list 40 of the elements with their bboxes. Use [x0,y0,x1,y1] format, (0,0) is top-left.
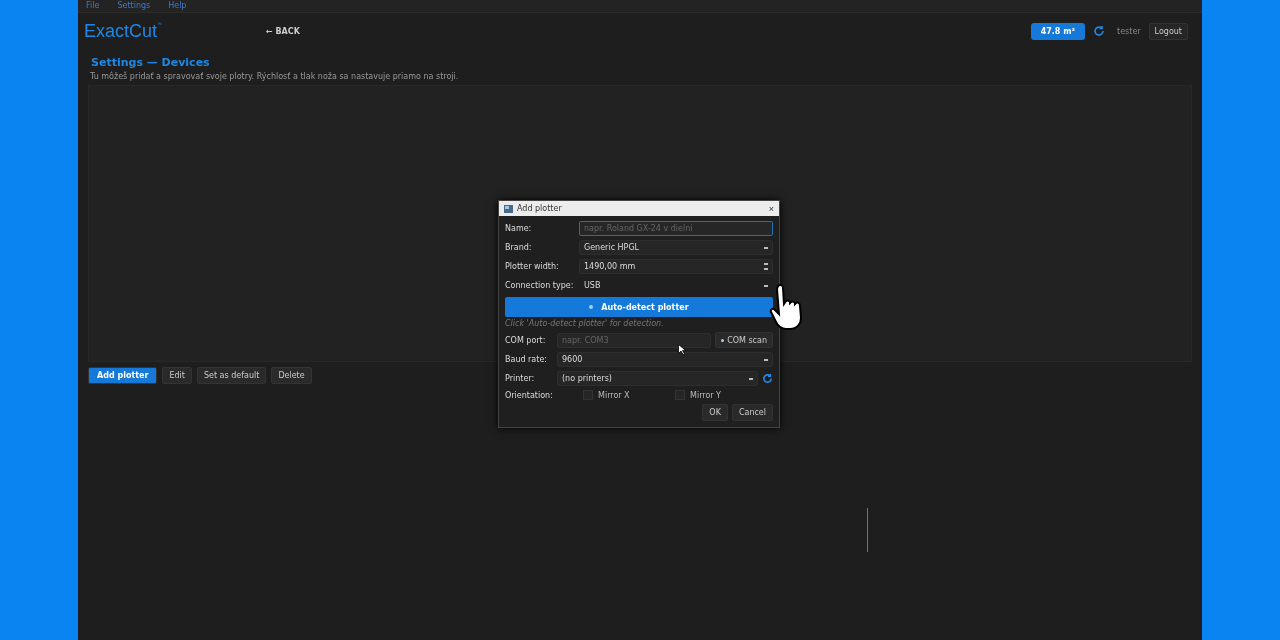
action-button[interactable]: Set as default [196,367,267,384]
auto-detect-button[interactable]: Auto-detect plotter [505,297,773,317]
user-name: tester [1117,26,1141,36]
brand-dropdown[interactable]: Generic HPGL [579,240,773,255]
action-button[interactable]: Delete [271,367,312,384]
field-label: Connection type: [505,281,575,290]
field-label: Baud rate: [505,355,549,364]
back-link[interactable]: ← BACK [260,25,306,37]
menu-item[interactable]: Help [168,0,187,12]
field-label: Plotter width: [505,262,560,271]
logo: ExactCut$^{™}$ [84,20,163,42]
baud-rate-dropdown[interactable]: 9600 [557,352,773,367]
page-subtitle: Tu môžeš pridať a spravovať svoje plotry. Rýchlosť a tlak noža sa nastavuje priamo na stroji. [90,72,460,81]
menu-item[interactable]: Settings [117,0,151,12]
com-scan-button[interactable]: COM scan [715,332,773,348]
dialog-button[interactable]: Cancel [731,404,773,421]
refresh-icon[interactable] [762,373,773,384]
dialog-title: Add plotter [517,204,562,213]
printer-dropdown[interactable]: (no printers) [557,371,758,386]
refresh-icon[interactable] [1093,25,1106,37]
field-label: Brand: [505,243,533,252]
page-title: Settings — Devices [91,56,211,69]
action-button[interactable]: Add plotter [88,367,158,384]
close-button[interactable]: × [768,203,774,214]
checkbox-label: Mirror Y [690,390,721,400]
action-button[interactable]: Edit [162,367,192,384]
dialog-button[interactable]: OK [702,404,728,421]
area-badge: 47.8 m² [1030,22,1086,40]
mouse-pointer-icon [678,344,686,355]
app-icon [504,204,513,213]
width-spinbox[interactable]: 1490,00 mm [579,259,773,274]
logout-button[interactable]: Logout [1148,22,1188,40]
field-label: Printer: [505,374,536,383]
menu-item[interactable]: File [86,0,100,12]
text-cursor-line [867,508,868,552]
field-label: Orientation: [505,390,554,400]
field-label: COM port: [505,335,547,345]
field-label: Name: [505,224,533,233]
checkbox-label: Mirror X [598,390,630,400]
hint-text: Click 'Auto-detect plotter' for detection. [505,319,664,328]
